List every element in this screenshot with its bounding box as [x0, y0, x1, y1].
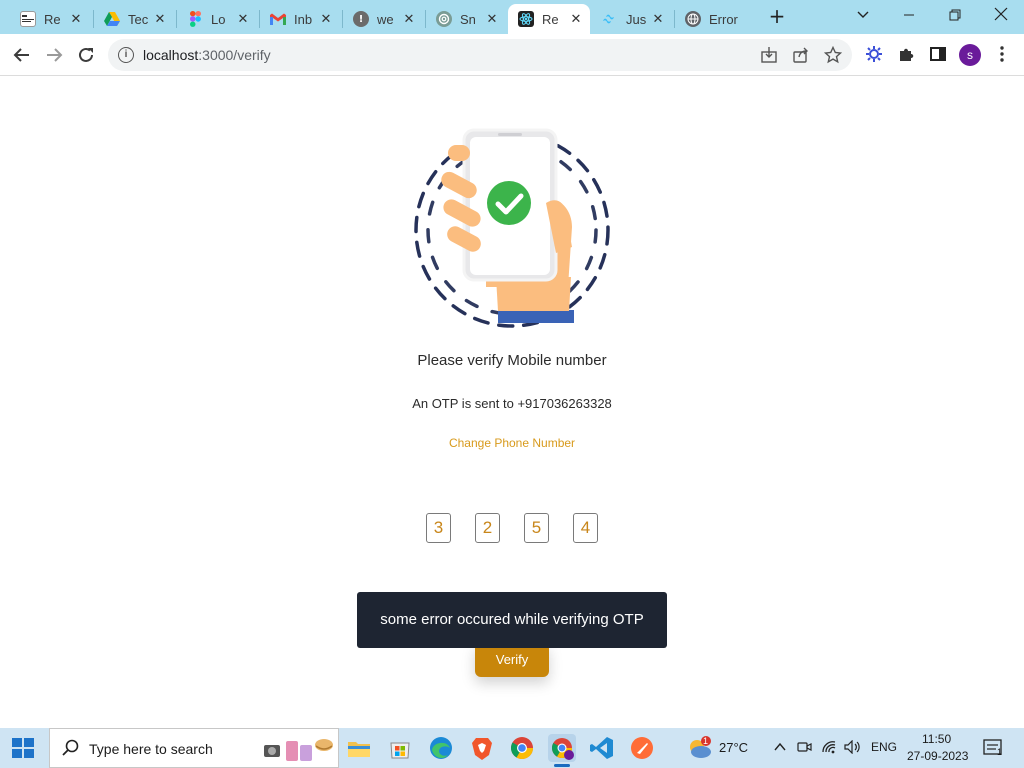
edge-browser-icon[interactable] [427, 734, 455, 762]
extension-gear-icon[interactable] [864, 45, 884, 65]
tab-4[interactable]: ! we ✕ [343, 4, 423, 34]
tab-title: we [377, 11, 394, 27]
react-icon [518, 11, 534, 27]
new-tab-button[interactable]: + [766, 6, 788, 28]
close-tab-icon[interactable]: ✕ [650, 12, 666, 27]
clock-time[interactable]: 11:50 [922, 732, 951, 746]
bookmark-star-icon[interactable] [823, 45, 843, 64]
clock-date[interactable]: 27-09-2023 [907, 749, 968, 763]
search-placeholder: Type here to search [89, 741, 213, 757]
tab-2[interactable]: Lo ✕ [177, 4, 257, 34]
more-menu-icon[interactable] [992, 45, 1012, 65]
figma-icon [187, 11, 203, 27]
side-panel-icon[interactable] [928, 45, 948, 65]
tab-8[interactable]: Error [675, 4, 755, 34]
close-tab-icon[interactable]: ✕ [235, 12, 251, 27]
close-tab-icon[interactable]: ✕ [484, 12, 500, 27]
vscode-icon[interactable] [588, 734, 616, 762]
verify-button[interactable]: Verify [475, 643, 549, 677]
browser-toolbar: i localhost:3000/verify s [0, 34, 1024, 76]
close-tab-icon[interactable]: ✕ [568, 12, 584, 27]
close-tab-icon[interactable]: ✕ [401, 12, 417, 27]
close-tab-icon[interactable]: ✕ [68, 12, 84, 27]
tab-3[interactable]: Inb ✕ [260, 4, 340, 34]
alert-icon: ! [353, 11, 369, 27]
weather-badge: 1 [703, 736, 709, 746]
extensions-puzzle-icon[interactable] [896, 45, 916, 65]
tab-7[interactable]: Jus ✕ [592, 4, 672, 34]
tab-title: Lo [211, 11, 226, 27]
microsoft-store-icon[interactable] [386, 734, 414, 762]
brave-browser-icon[interactable] [468, 734, 496, 762]
globe-icon [685, 11, 701, 27]
chrome-profile-active-icon[interactable] [548, 734, 576, 767]
file-explorer-icon[interactable] [345, 734, 373, 762]
page-title: Please verify Mobile number [417, 352, 607, 369]
weather-temperature[interactable]: 27°C [719, 740, 748, 755]
site-info-icon[interactable]: i [118, 47, 134, 63]
meet-now-camera-icon[interactable] [796, 740, 812, 758]
tab-5[interactable]: Sn ✕ [426, 4, 506, 34]
tailwind-icon [602, 11, 618, 27]
tab-title: Re [542, 11, 559, 27]
minimize-icon[interactable] [886, 4, 932, 26]
news-favicon-icon [20, 11, 36, 27]
drive-icon [104, 11, 120, 27]
tab-title: Jus [626, 11, 647, 27]
otp-digit-input[interactable]: 3 [426, 513, 451, 543]
taskbar-search-box[interactable]: Type here to search [49, 728, 339, 768]
share-icon[interactable] [792, 46, 810, 64]
back-arrow-icon[interactable] [10, 43, 34, 67]
error-toast: some error occured while verifying OTP [357, 592, 667, 648]
install-app-icon[interactable] [760, 46, 778, 64]
otp-digit-input[interactable]: 5 [524, 513, 549, 543]
profile-avatar[interactable]: s [959, 44, 981, 66]
volume-icon[interactable] [844, 739, 862, 758]
phone-verification-illustration [414, 128, 610, 328]
tab-strip: Re ✕ Tec ✕ Lo ✕ Inb ✕ ! we ✕ Sn ✕ Re ✕ J… [0, 0, 1024, 34]
tab-0[interactable]: Re ✕ [10, 4, 90, 34]
tab-title: Tec [128, 11, 149, 27]
chatgpt-icon [436, 11, 452, 27]
tab-search-chevron-icon[interactable] [840, 4, 886, 26]
forward-arrow-icon[interactable] [42, 43, 66, 67]
restore-icon[interactable] [932, 4, 978, 26]
tab-title: Re [44, 11, 61, 27]
travel-illustration-icon [264, 739, 333, 761]
verify-page: Please verify Mobile number An OTP is se… [0, 77, 1024, 728]
tab-1[interactable]: Tec ✕ [94, 4, 174, 34]
url-text[interactable]: localhost:3000/verify [143, 47, 271, 63]
change-phone-link[interactable]: Change Phone Number [0, 436, 1024, 450]
close-tab-icon[interactable]: ✕ [318, 12, 334, 27]
weather-icon[interactable] [686, 735, 714, 765]
otp-sent-text: An OTP is sent to +917036263328 [412, 396, 612, 411]
tab-title: Error [709, 11, 738, 27]
tab-title: Inb [294, 11, 313, 27]
otp-digit-input[interactable]: 4 [573, 513, 598, 543]
notification-count: 1 [997, 747, 1003, 757]
search-icon [62, 739, 80, 761]
windows-taskbar: Type here to search 1 27°C ENG 11:50 27-… [0, 728, 1024, 768]
show-hidden-icons-chevron-icon[interactable] [773, 740, 787, 758]
address-bar[interactable]: i localhost:3000/verify [108, 39, 852, 71]
chrome-browser-icon[interactable] [508, 734, 536, 762]
close-tab-icon[interactable]: ✕ [152, 12, 168, 27]
gmail-icon [270, 11, 286, 27]
otp-digit-input[interactable]: 2 [475, 513, 500, 543]
close-window-icon[interactable] [978, 4, 1024, 26]
windows-start-icon[interactable] [12, 738, 34, 758]
language-indicator[interactable]: ENG [871, 740, 897, 754]
tab-6-active[interactable]: Re ✕ [508, 4, 590, 34]
wifi-icon[interactable] [821, 740, 839, 758]
tab-title: Sn [460, 11, 476, 27]
reload-icon[interactable] [74, 43, 98, 67]
postman-icon[interactable] [628, 734, 656, 762]
